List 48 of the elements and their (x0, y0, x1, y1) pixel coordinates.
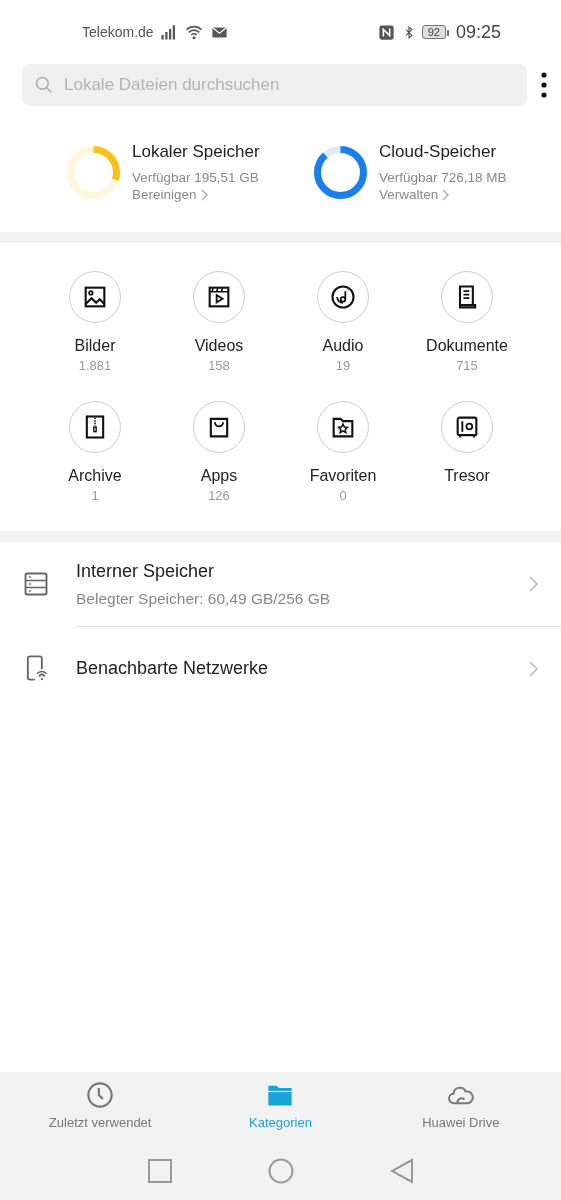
wifi-icon (183, 23, 204, 41)
chevron-icon (200, 188, 209, 201)
chevron-icon (442, 188, 451, 201)
back-button[interactable] (389, 1158, 414, 1184)
category-count: 158 (208, 358, 230, 373)
category-label: Dokumente (426, 337, 508, 355)
category-count: 0 (339, 488, 347, 503)
category-count: 1 (91, 488, 99, 503)
more-icon (541, 72, 547, 98)
server-icon (22, 570, 50, 598)
category-label: Videos (194, 337, 244, 355)
storage-title: Lokaler Speicher (132, 142, 260, 162)
storage-ring (313, 144, 368, 200)
carrier-name: Telekom.de (82, 24, 154, 40)
storage-action-link[interactable]: Bereinigen (132, 187, 260, 202)
clock-icon (86, 1081, 115, 1109)
category-label: Bilder (74, 337, 116, 355)
category-count: 1.881 (78, 358, 112, 373)
location-title[interactable]: Interner Speicher (76, 560, 528, 582)
search-field[interactable]: Lokale Dateien durchsuchen (22, 64, 527, 106)
category-count: 126 (208, 488, 230, 503)
recents-button[interactable] (147, 1159, 172, 1183)
battery-indicator: 92 (421, 25, 446, 39)
category-count: 19 (335, 358, 351, 373)
storage-available: Verfügbar 195,51 GB (132, 169, 260, 187)
category-label: Archive (68, 467, 122, 485)
chevron-icon (528, 659, 539, 678)
location-subtitle: Belegter Speicher: 60,49 GB/256 GB (76, 589, 332, 608)
clock: 09:25 (455, 21, 501, 43)
search-icon (34, 75, 54, 95)
nav-tab[interactable]: Huawei Drive (370, 1072, 551, 1142)
location-title[interactable]: Benachbarte Netzwerke (76, 658, 528, 679)
category-label: Apps (200, 467, 238, 485)
music-disc-icon (329, 283, 357, 311)
storage-ring (66, 144, 121, 200)
category-count: 715 (456, 358, 478, 373)
storage-available: Verfügbar 726,18 MB (379, 169, 507, 187)
nfc-icon (376, 22, 396, 42)
home-button[interactable] (267, 1158, 294, 1184)
category-label: Audio (322, 337, 364, 355)
nav-tab[interactable]: Zuletzt verwendet (10, 1072, 191, 1142)
category-label: Tresor (444, 467, 490, 485)
signal-icon (159, 23, 178, 41)
category-label: Favoriten (309, 467, 377, 485)
chevron-icon (528, 575, 539, 593)
storage-title: Cloud-Speicher (379, 142, 498, 162)
nav-tab[interactable]: Kategorien (190, 1072, 371, 1142)
storage-action-link[interactable]: Verwalten (379, 187, 507, 202)
